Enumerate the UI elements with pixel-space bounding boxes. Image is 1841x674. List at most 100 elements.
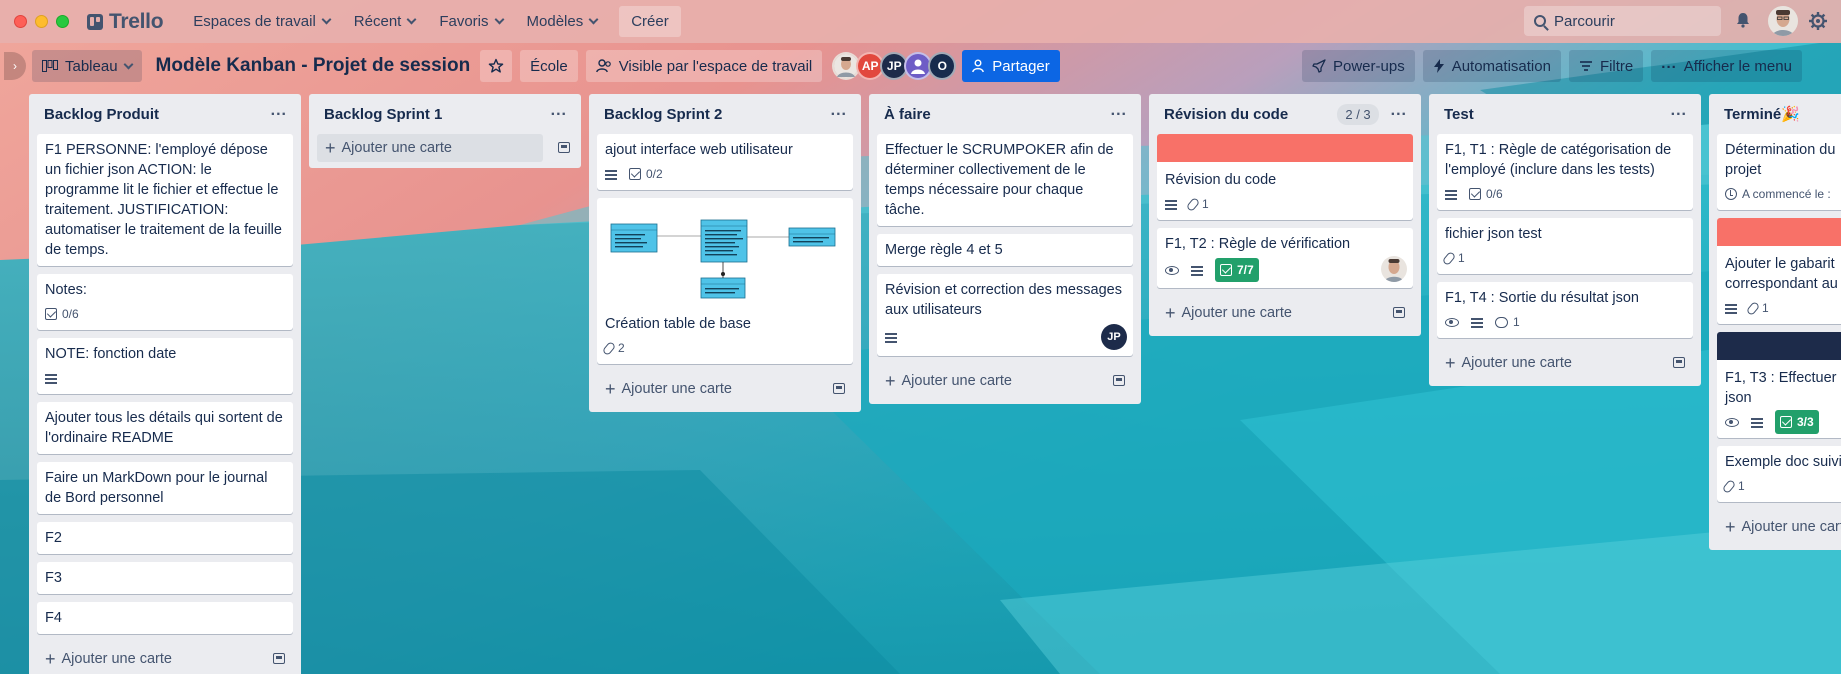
nav-recent[interactable]: Récent	[344, 7, 426, 36]
board-view-switcher[interactable]: Tableau	[32, 50, 142, 82]
add-card-button[interactable]: + Ajouter une carte	[877, 364, 1133, 398]
list-menu-icon[interactable]: ...	[271, 103, 287, 119]
card-template-icon[interactable]	[273, 653, 285, 664]
card-template-icon[interactable]	[1113, 375, 1125, 386]
attachment-count: 1	[1458, 251, 1465, 265]
card-template-icon[interactable]	[1393, 307, 1405, 318]
board-title[interactable]: Modèle Kanban - Projet de session	[146, 55, 481, 77]
list-header[interactable]: Backlog Sprint 2 ...	[597, 94, 853, 134]
card[interactable]: F3	[37, 562, 293, 594]
card[interactable]: Ajouter le gabarit correspondant au 1	[1717, 218, 1841, 324]
list-title[interactable]: Révision du code	[1164, 106, 1337, 123]
power-ups-button[interactable]: Power-ups	[1302, 50, 1415, 82]
list-header[interactable]: À faire ...	[877, 94, 1133, 134]
add-card-label: Ajouter une carte	[61, 651, 172, 667]
list-card-limit-badge: 2 / 3	[1337, 103, 1379, 125]
card[interactable]: Effectuer le SCRUMPOKER afin de détermin…	[877, 134, 1133, 226]
list-menu-icon[interactable]: ...	[1391, 103, 1407, 119]
card-title: Exemple doc suivi	[1725, 454, 1841, 470]
list-menu-icon[interactable]: ...	[551, 103, 567, 119]
visibility-button[interactable]: Visible par l'espace de travail	[585, 50, 823, 82]
show-menu-button[interactable]: ... Afficher le menu	[1651, 50, 1802, 82]
card-badges: 2	[601, 338, 845, 358]
card[interactable]: Faire un MarkDown pour le journal de Bor…	[37, 462, 293, 514]
card-badges	[45, 368, 285, 388]
zoom-window-button[interactable]	[56, 15, 69, 28]
card-template-icon[interactable]	[1673, 357, 1685, 368]
member-avatar[interactable]: O	[928, 52, 957, 80]
create-button[interactable]: Créer	[619, 6, 681, 37]
card[interactable]: F1, T2 : Règle de vérification 7/7	[1157, 228, 1413, 288]
list-title[interactable]: Backlog Sprint 1	[324, 106, 551, 123]
card[interactable]: Merge règle 4 et 5	[877, 234, 1133, 266]
card[interactable]: F1, T1 : Règle de catégorisation de l'em…	[1437, 134, 1693, 210]
card-member-avatar[interactable]: JP	[1101, 324, 1127, 350]
automation-button[interactable]: Automatisation	[1422, 50, 1561, 82]
share-button[interactable]: Partager	[962, 50, 1060, 82]
nav-workspaces-label: Espaces de travail	[193, 13, 316, 30]
card-member-avatar[interactable]	[1381, 256, 1407, 282]
add-card-button[interactable]: + Ajouter une carte	[1717, 510, 1841, 544]
notifications-bell-icon[interactable]	[1736, 12, 1750, 28]
card[interactable]: Révision et correction des messages aux …	[877, 274, 1133, 356]
search-box[interactable]	[1524, 6, 1721, 36]
card[interactable]: Exemple doc suivi 1	[1717, 446, 1841, 502]
workspace-button[interactable]: École	[520, 50, 578, 82]
list-header[interactable]: Backlog Produit ...	[37, 94, 293, 134]
list-header[interactable]: Terminé🎉	[1717, 94, 1841, 134]
list-title[interactable]: Terminé🎉	[1724, 105, 1835, 123]
card[interactable]: F1 PERSONNE: l'employé dépose un fichier…	[37, 134, 293, 266]
card[interactable]: Création table de base 2	[597, 198, 853, 364]
card-title: F3	[45, 570, 62, 586]
list-header[interactable]: Backlog Sprint 1 ...	[317, 94, 573, 134]
list-title[interactable]: Backlog Produit	[44, 106, 271, 123]
search-input[interactable]	[1554, 12, 1704, 30]
nav-templates-label: Modèles	[526, 13, 584, 30]
nav-workspaces[interactable]: Espaces de travail	[183, 7, 340, 36]
add-card-button[interactable]: + Ajouter une carte	[1437, 346, 1693, 380]
card[interactable]: Révision du code 1	[1157, 134, 1413, 220]
add-card-button[interactable]: + Ajouter une carte	[37, 642, 293, 674]
trello-logo[interactable]: Trello	[87, 10, 164, 34]
list-title[interactable]: Backlog Sprint 2	[604, 106, 831, 123]
card-template-icon[interactable]	[833, 383, 845, 394]
checklist-badge: 0/6	[45, 304, 79, 324]
star-icon	[488, 58, 504, 73]
list-header[interactable]: Révision du code 2 / 3 ...	[1157, 94, 1413, 134]
card[interactable]: Ajouter tous les détails qui sortent de …	[37, 402, 293, 454]
card[interactable]: NOTE: fonction date	[37, 338, 293, 394]
filter-button[interactable]: Filtre	[1568, 50, 1644, 82]
sidebar-toggle[interactable]: ›	[4, 52, 26, 80]
add-card-label: Ajouter une carte	[1181, 305, 1292, 321]
checklist-icon	[1469, 188, 1481, 200]
list-menu-icon[interactable]: ...	[831, 103, 847, 119]
add-card-button[interactable]: + Ajouter une carte	[1157, 296, 1413, 330]
card[interactable]: F4	[37, 602, 293, 634]
account-avatar[interactable]	[1768, 6, 1798, 36]
card[interactable]: Détermination du projet A commencé le :	[1717, 134, 1841, 210]
card[interactable]: F2	[37, 522, 293, 554]
list-title[interactable]: À faire	[884, 106, 1111, 123]
add-card-button[interactable]: + Ajouter une carte	[597, 372, 853, 406]
add-card-button[interactable]: + Ajouter une carte	[317, 134, 543, 162]
card-badges: 1	[1725, 298, 1841, 318]
card[interactable]: Notes: 0/6	[37, 274, 293, 330]
list-header[interactable]: Test ...	[1437, 94, 1693, 134]
checklist-count: 0/2	[646, 167, 663, 181]
list-title[interactable]: Test	[1444, 106, 1671, 123]
close-window-button[interactable]	[14, 15, 27, 28]
nav-favorites[interactable]: Favoris	[429, 7, 512, 36]
card[interactable]: ajout interface web utilisateur 0/2	[597, 134, 853, 190]
card[interactable]: F1, T3 : Effectuer l json 3/3	[1717, 332, 1841, 438]
list-menu-icon[interactable]: ...	[1671, 103, 1687, 119]
minimize-window-button[interactable]	[35, 15, 48, 28]
nav-templates[interactable]: Modèles	[517, 7, 608, 36]
card[interactable]: fichier json test 1	[1437, 218, 1693, 274]
card[interactable]: F1, T4 : Sortie du résultat json 1	[1437, 282, 1693, 338]
checklist-count: 0/6	[62, 307, 79, 321]
settings-gear-icon[interactable]	[1808, 11, 1828, 31]
people-icon	[595, 59, 611, 73]
star-board-button[interactable]	[480, 50, 513, 82]
list-menu-icon[interactable]: ...	[1111, 103, 1127, 119]
card-template-icon[interactable]	[558, 142, 570, 153]
